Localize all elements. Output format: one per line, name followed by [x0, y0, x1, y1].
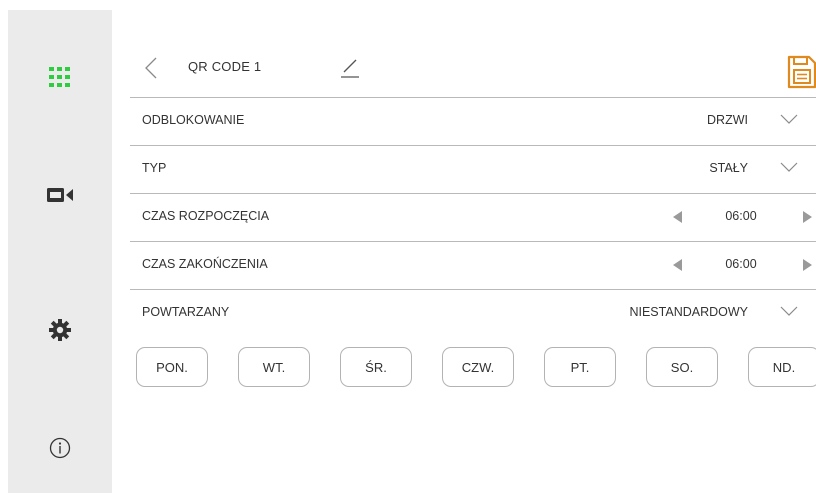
- day-button-fri[interactable]: PT.: [544, 347, 616, 387]
- end-time-decrement-icon[interactable]: [673, 259, 682, 271]
- end-time-row: CZAS ZAKOŃCZENIA 06:00: [130, 241, 816, 289]
- start-time-decrement-icon[interactable]: [673, 211, 682, 223]
- info-icon[interactable]: [8, 428, 112, 468]
- day-button-thu[interactable]: CZW.: [442, 347, 514, 387]
- repeat-row[interactable]: POWTARZANY NIESTANDARDOWY: [130, 289, 816, 337]
- save-button[interactable]: [786, 54, 816, 90]
- repeat-value: NIESTANDARDOWY: [629, 305, 748, 319]
- page-title: QR CODE 1: [188, 59, 262, 74]
- day-button-mon[interactable]: PON.: [136, 347, 208, 387]
- main-panel: QR CODE 1 ODBLOKOWANIE DRZWI TYP STAŁY C…: [112, 0, 816, 493]
- day-button-wed[interactable]: ŚR.: [340, 347, 412, 387]
- unlock-label: ODBLOKOWANIE: [142, 113, 245, 127]
- settings-list: ODBLOKOWANIE DRZWI TYP STAŁY CZAS ROZPOC…: [130, 97, 816, 337]
- type-value: STAŁY: [709, 161, 748, 175]
- type-label: TYP: [142, 161, 167, 175]
- repeat-label: POWTARZANY: [142, 305, 230, 319]
- save-icon: [787, 55, 816, 89]
- chevron-down-icon[interactable]: [780, 160, 798, 174]
- end-time-increment-icon[interactable]: [803, 259, 812, 271]
- edit-name-button[interactable]: [338, 54, 362, 80]
- day-button-sat[interactable]: SO.: [646, 347, 718, 387]
- start-time-row: CZAS ROZPOCZĘCIA 06:00: [130, 193, 816, 241]
- back-button[interactable]: [138, 54, 164, 82]
- apps-grid-icon[interactable]: [8, 57, 112, 97]
- day-button-tue[interactable]: WT.: [238, 347, 310, 387]
- end-time-label: CZAS ZAKOŃCZENIA: [142, 257, 268, 271]
- sidebar: [8, 10, 112, 493]
- pencil-icon: [341, 59, 359, 78]
- chevron-left-icon: [145, 57, 157, 79]
- camera-icon[interactable]: [8, 175, 112, 215]
- chevron-down-icon[interactable]: [780, 304, 798, 318]
- header: QR CODE 1: [112, 48, 816, 96]
- weekday-selector: PON. WT. ŚR. CZW. PT. SO. ND.: [136, 347, 816, 389]
- start-time-value: 06:00: [725, 209, 757, 223]
- unlock-value: DRZWI: [707, 113, 748, 127]
- gear-icon[interactable]: [8, 310, 112, 350]
- end-time-value: 06:00: [725, 257, 757, 271]
- start-time-label: CZAS ROZPOCZĘCIA: [142, 209, 270, 223]
- type-row[interactable]: TYP STAŁY: [130, 145, 816, 193]
- unlock-row[interactable]: ODBLOKOWANIE DRZWI: [130, 97, 816, 145]
- start-time-increment-icon[interactable]: [803, 211, 812, 223]
- day-button-sun[interactable]: ND.: [748, 347, 816, 387]
- chevron-down-icon[interactable]: [780, 112, 798, 126]
